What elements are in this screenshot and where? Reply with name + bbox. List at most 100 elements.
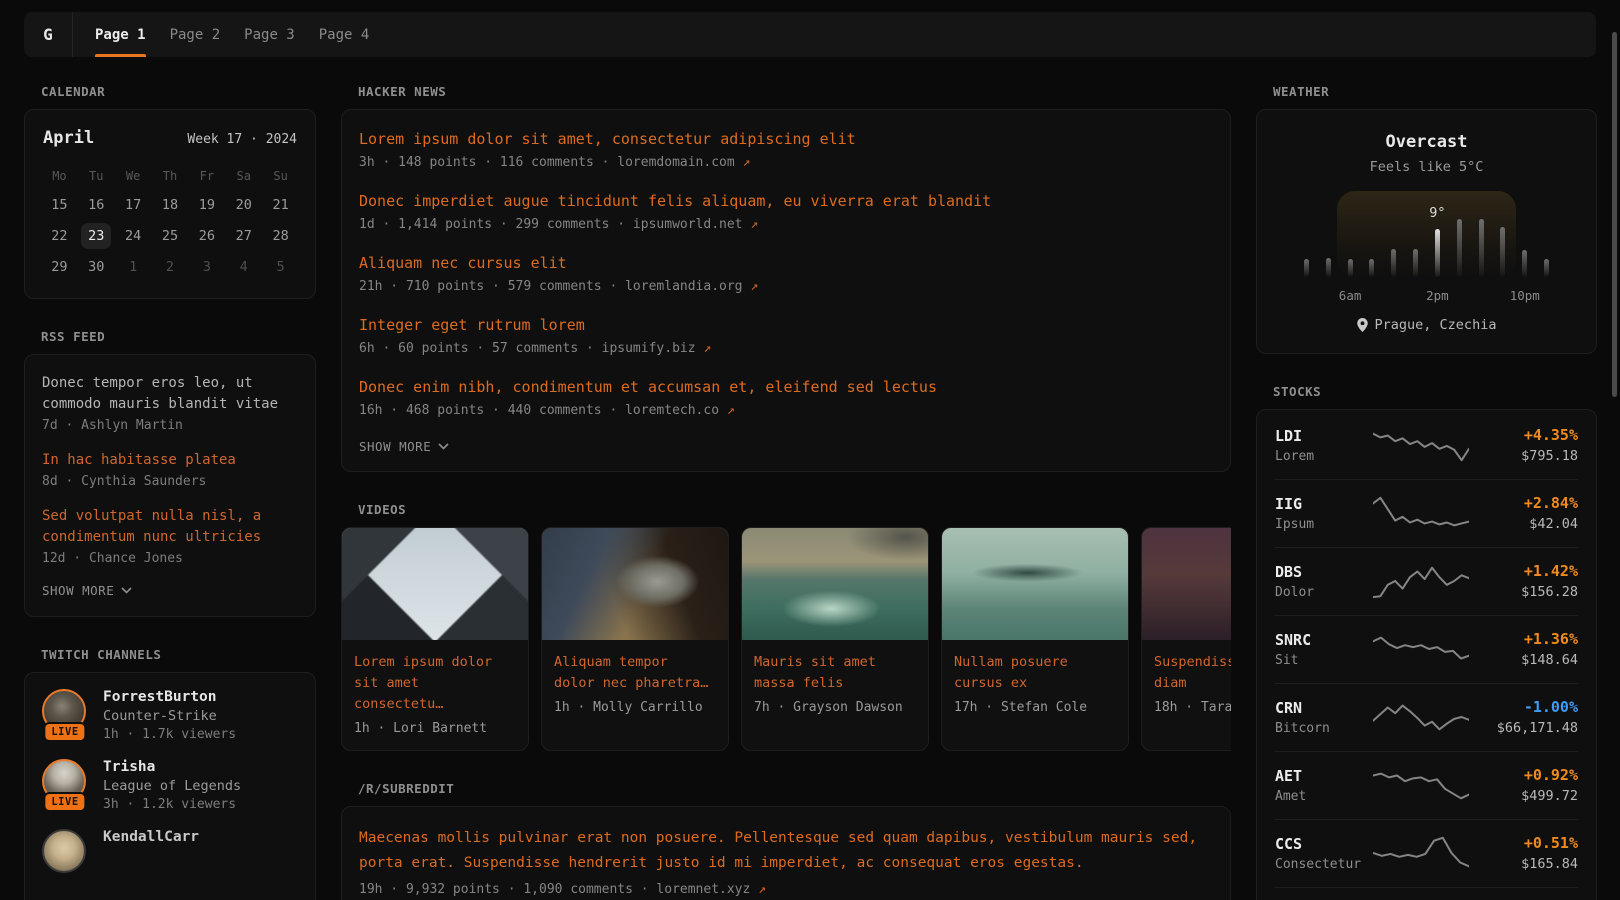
stock-values: +2.84% $42.04 [1469,494,1578,532]
video-thumbnail [742,528,928,640]
hn-item-title[interactable]: Donec imperdiet augue tincidunt felis al… [359,191,1213,211]
stock-sparkline [1373,834,1469,872]
hn-show-more-button[interactable]: SHOW MORE [359,439,449,454]
tab-page-1[interactable]: Page 1 [83,12,158,57]
videos-section-label: VIDEOS [358,502,1231,517]
twitch-channel-row[interactable]: LIVE ForrestBurton Counter-Strike 1h · 1… [42,689,298,742]
twitch-avatar-wrap [42,829,88,879]
weather-hourly-chart: 9°6am2pm10pm [1296,191,1558,303]
video-meta: 7h · Grayson Dawson [754,700,916,715]
tab-page-4[interactable]: Page 4 [307,12,382,57]
video-card[interactable]: Mauris sit amet massa felis 7h · Grayson… [741,527,929,751]
tab-page-3[interactable]: Page 3 [232,12,307,57]
twitch-section: TWITCH CHANNELS LIVE ForrestBurton Count… [24,647,316,900]
video-title[interactable]: Aliquam tempor dolor nec pharetra… [554,652,716,694]
show-more-label: SHOW MORE [42,583,114,598]
subreddit-post-title[interactable]: Maecenas mollis pulvinar erat non posuer… [359,826,1213,876]
stock-change: +2.84% [1469,494,1578,512]
tab-page-2[interactable]: Page 2 [158,12,233,57]
video-card[interactable]: Suspendisse diam 18h · Tara [1141,527,1231,751]
video-title[interactable]: Suspendisse diam [1154,652,1231,694]
scrollbar-thumb[interactable] [1612,32,1617,397]
hn-item-title[interactable]: Integer eget rutrum lorem [359,315,1213,335]
video-card[interactable]: Lorem ipsum dolor sit amet consectetu… 1… [341,527,529,751]
subreddit-post-meta: 19h · 9,932 points · 1,090 comments · lo… [359,882,1213,897]
hn-meta-text: 1d · 1,414 points · 299 comments · ipsum… [359,217,743,232]
video-thumbnail [342,528,528,640]
weather-condition: Overcast [1277,132,1576,152]
twitch-avatar-wrap: LIVE [42,759,88,809]
hackernews-section: HACKER NEWS Lorem ipsum dolor sit amet, … [341,84,1231,472]
stock-row: CCS Consectetur +0.51% $165.84 [1275,819,1578,887]
video-title[interactable]: Mauris sit amet massa felis [754,652,916,694]
hn-item-meta: 3h · 148 points · 116 comments · loremdo… [359,155,1213,170]
calendar-day-next-month: 2 [152,254,189,280]
twitch-widget: LIVE ForrestBurton Counter-Strike 1h · 1… [24,672,316,900]
twitch-channel-game: League of Legends [103,778,241,794]
rss-item: Donec tempor eros leo, ut commodo mauris… [42,373,298,433]
external-link-icon: ↗ [703,341,711,356]
calendar-day-next-month: 3 [188,254,225,280]
stock-price: $795.18 [1469,448,1578,464]
calendar-day: 18 [152,192,189,218]
rss-item-title[interactable]: Sed volutpat nulla nisl, a condimentum n… [42,506,298,548]
middle-column: HACKER NEWS Lorem ipsum dolor sit amet, … [341,84,1231,900]
weather-feels-like: Feels like 5°C [1277,159,1576,175]
calendar-day: 22 [41,223,78,249]
calendar-day: 27 [225,223,262,249]
stock-identity: DBS Dolor [1275,563,1373,600]
hn-item-title[interactable]: Donec enim nibh, condimentum et accumsan… [359,377,1213,397]
stock-values: +1.42% $156.28 [1469,562,1578,600]
weather-section: WEATHER Overcast Feels like 5°C 9°6am2pm… [1256,84,1597,354]
stock-ticker: LDI [1275,427,1373,445]
stock-row: AHS +0.46% [1275,887,1578,900]
twitch-channel-row[interactable]: KendallCarr [42,829,298,879]
calendar-day: 16 [78,192,115,218]
calendar-week-year: Week 17 · 2024 [187,132,297,147]
calendar-grid: Mo Tu We Th Fr Sa Su 15 16 17 18 19 20 2… [41,165,299,280]
hn-item-title[interactable]: Aliquam nec cursus elit [359,253,1213,273]
weekday-label: Sa [225,165,262,187]
stock-identity: LDI Lorem [1275,427,1373,464]
hn-item: Donec imperdiet augue tincidunt felis al… [359,191,1213,232]
twitch-channel-name: ForrestBurton [103,689,236,705]
video-body: Lorem ipsum dolor sit amet consectetu… 1… [342,640,528,750]
stock-identity: CCS Consectetur [1275,835,1373,872]
stock-ticker: AET [1275,767,1373,785]
hn-item-meta: 1d · 1,414 points · 299 comments · ipsum… [359,217,1213,232]
stock-name: Lorem [1275,449,1373,464]
calendar-day-next-month: 4 [225,254,262,280]
rss-widget: Donec tempor eros leo, ut commodo mauris… [24,354,316,617]
twitch-channel-game: Counter-Strike [103,708,236,724]
video-title[interactable]: Nullam posuere cursus ex [954,652,1116,694]
app-logo[interactable]: G [24,12,73,57]
video-meta: 1h · Lori Barnett [354,721,516,736]
stock-sparkline [1373,494,1469,532]
top-navbar: G Page 1 Page 2 Page 3 Page 4 [24,12,1596,57]
stock-ticker: IIG [1275,495,1373,513]
hn-item-title[interactable]: Lorem ipsum dolor sit amet, consectetur … [359,129,1213,149]
video-body: Mauris sit amet massa felis 7h · Grayson… [742,640,928,729]
rss-item-title[interactable]: In hac habitasse platea [42,450,298,471]
video-title[interactable]: Lorem ipsum dolor sit amet consectetu… [354,652,516,715]
hn-meta-text: 16h · 468 points · 440 comments · loremt… [359,403,719,418]
stock-sparkline [1373,698,1469,736]
video-card[interactable]: Aliquam tempor dolor nec pharetra… 1h · … [541,527,729,751]
video-thumbnail [942,528,1128,640]
video-meta: 1h · Molly Carrillo [554,700,716,715]
calendar-day-selected: 23 [78,223,115,249]
video-thumbnail [1142,528,1231,640]
weather-bar [1304,259,1309,277]
stock-values: +0.51% $165.84 [1469,834,1578,872]
video-card[interactable]: Nullam posuere cursus ex 17h · Stefan Co… [941,527,1129,751]
calendar-day-next-month: 5 [262,254,299,280]
rss-item-title[interactable]: Donec tempor eros leo, ut commodo mauris… [42,373,298,415]
stock-identity: IIG Ipsum [1275,495,1373,532]
weekday-label: Th [152,165,189,187]
rss-show-more-button[interactable]: SHOW MORE [42,583,132,598]
stock-values: +1.36% $148.64 [1469,630,1578,668]
weather-bar [1457,219,1462,277]
stock-ticker: SNRC [1275,631,1373,649]
external-link-icon: ↗ [727,403,735,418]
twitch-channel-row[interactable]: LIVE Trisha League of Legends 3h · 1.2k … [42,759,298,812]
